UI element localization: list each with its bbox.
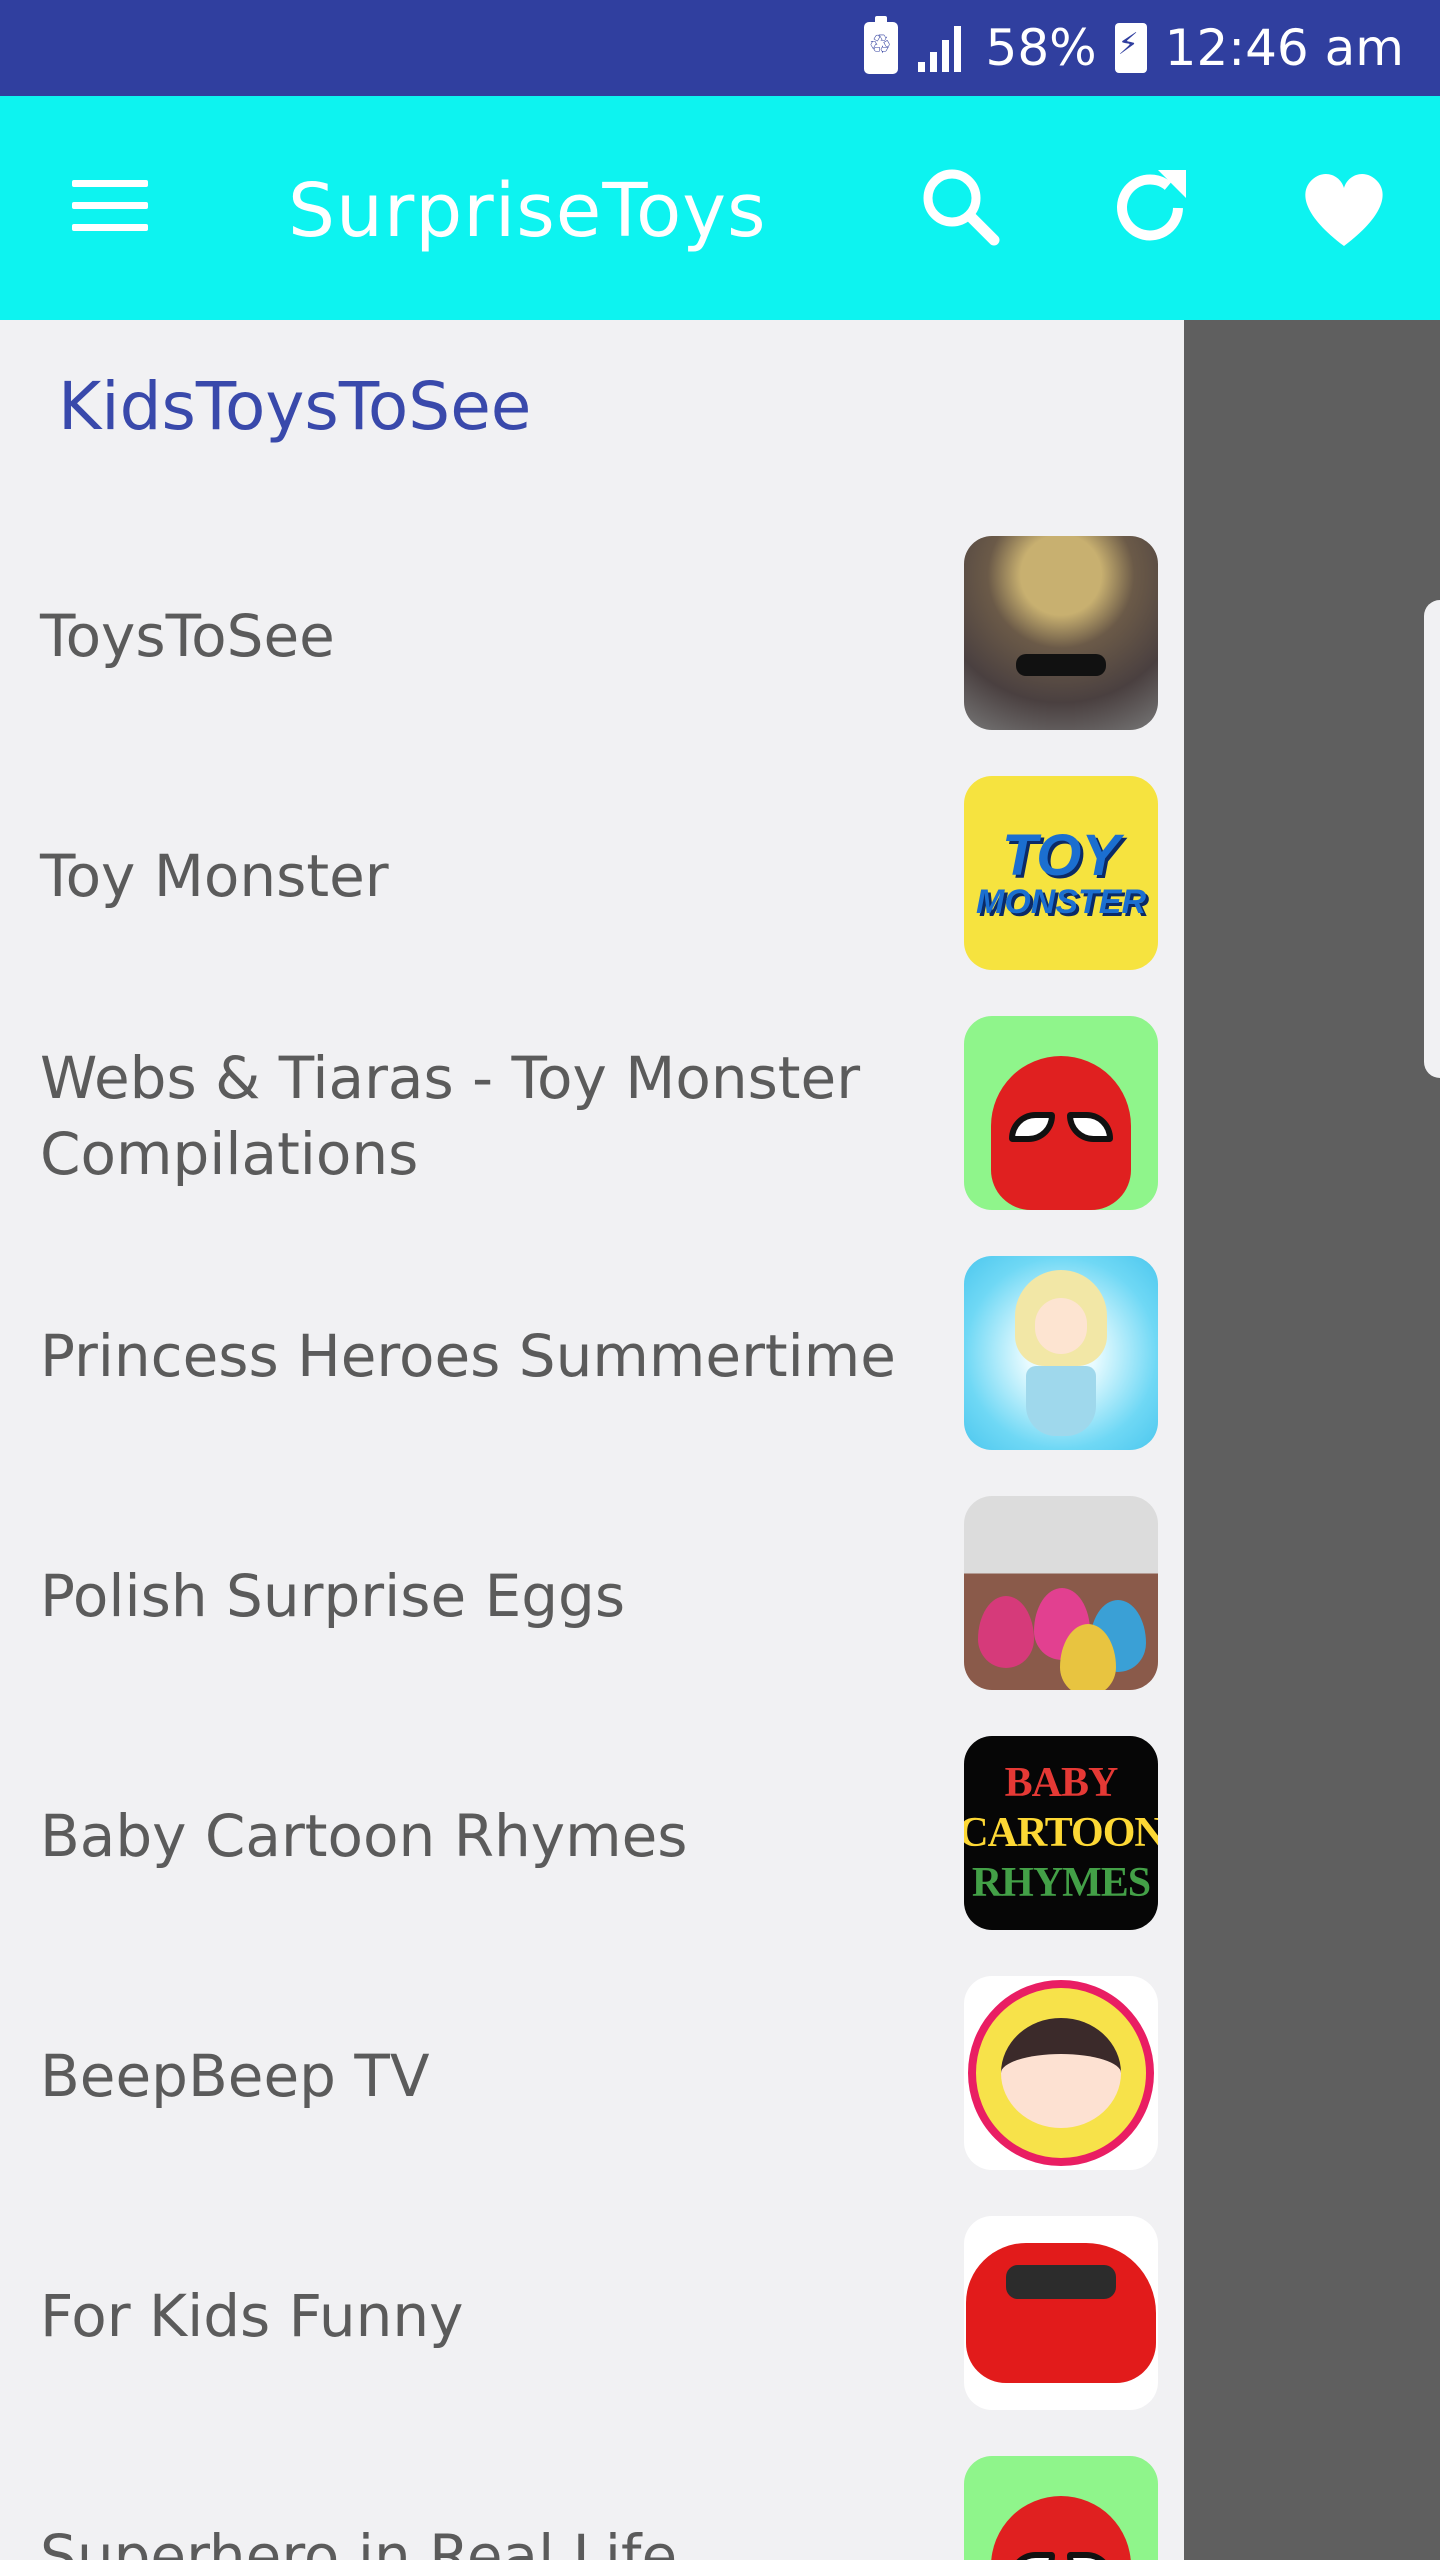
list-item[interactable]: Superhero in Real Life xyxy=(0,2436,1184,2560)
list-item[interactable]: BeepBeep TV xyxy=(0,1956,1184,2196)
channel-thumbnail: BABY CARTOON RHYMES xyxy=(964,1736,1158,1930)
channel-thumbnail xyxy=(964,1496,1158,1690)
channel-list: ToysToSee Toy Monster TOY MONSTER Webs &… xyxy=(0,516,1184,2560)
channel-thumbnail xyxy=(964,536,1158,730)
list-item[interactable]: Webs & Tiaras - Toy Monster Compilations xyxy=(0,996,1184,1236)
navigation-drawer: KidsToysToSee ToysToSee Toy Monster TOY … xyxy=(0,320,1184,2560)
signal-icon xyxy=(917,26,961,72)
drawer-scrim-handle xyxy=(1424,600,1440,1078)
thumbnail-text: MONSTER xyxy=(976,883,1146,921)
channel-thumbnail xyxy=(964,1256,1158,1450)
list-item[interactable]: Princess Heroes Summertime xyxy=(0,1236,1184,1476)
list-item[interactable]: Baby Cartoon Rhymes BABY CARTOON RHYMES xyxy=(0,1716,1184,1956)
favorite-heart-icon[interactable] xyxy=(1294,158,1394,258)
list-item[interactable]: Polish Surprise Eggs xyxy=(0,1476,1184,1716)
thumbnail-text: RHYMES xyxy=(971,1860,1151,1906)
channel-thumbnail: TOY MONSTER xyxy=(964,776,1158,970)
channel-label: Superhero in Real Life xyxy=(40,2522,678,2560)
search-icon[interactable] xyxy=(912,158,1012,258)
channel-label: BeepBeep TV xyxy=(40,2042,430,2110)
list-item[interactable]: ToysToSee xyxy=(0,516,1184,756)
thumbnail-text: BABY xyxy=(1004,1760,1119,1806)
clock: 12:46 am xyxy=(1164,19,1404,77)
menu-icon[interactable] xyxy=(72,180,148,232)
list-item[interactable]: Toy Monster TOY MONSTER xyxy=(0,756,1184,996)
drawer-header: KidsToysToSee xyxy=(58,368,532,445)
channel-label: Princess Heroes Summertime xyxy=(40,1322,896,1390)
battery-charging-icon xyxy=(1114,23,1147,73)
refresh-icon[interactable] xyxy=(1102,158,1202,258)
channel-label: Toy Monster xyxy=(40,842,389,910)
app-title: SurpriseToys xyxy=(288,168,767,254)
channel-thumbnail xyxy=(964,1016,1158,1210)
channel-label: Polish Surprise Eggs xyxy=(40,1562,626,1630)
thumbnail-text: TOY xyxy=(1001,823,1121,888)
thumbnail-text: CARTOON xyxy=(964,1810,1158,1856)
battery-saver-icon xyxy=(863,16,898,74)
list-item[interactable]: For Kids Funny xyxy=(0,2196,1184,2436)
channel-label: ToysToSee xyxy=(40,602,335,670)
channel-label: Webs & Tiaras - Toy Monster Compilations xyxy=(40,1044,861,1188)
channel-thumbnail xyxy=(964,2456,1158,2560)
channel-label: Baby Cartoon Rhymes xyxy=(40,1802,688,1870)
channel-thumbnail xyxy=(964,2216,1158,2410)
channel-label: For Kids Funny xyxy=(40,2282,464,2350)
channel-thumbnail xyxy=(964,1976,1158,2170)
status-icons: 58% 12:46 am xyxy=(863,0,1404,96)
app-bar: SurpriseToys xyxy=(0,96,1440,320)
battery-percent: 58% xyxy=(985,19,1097,77)
status-bar: 58% 12:46 am xyxy=(0,0,1440,96)
